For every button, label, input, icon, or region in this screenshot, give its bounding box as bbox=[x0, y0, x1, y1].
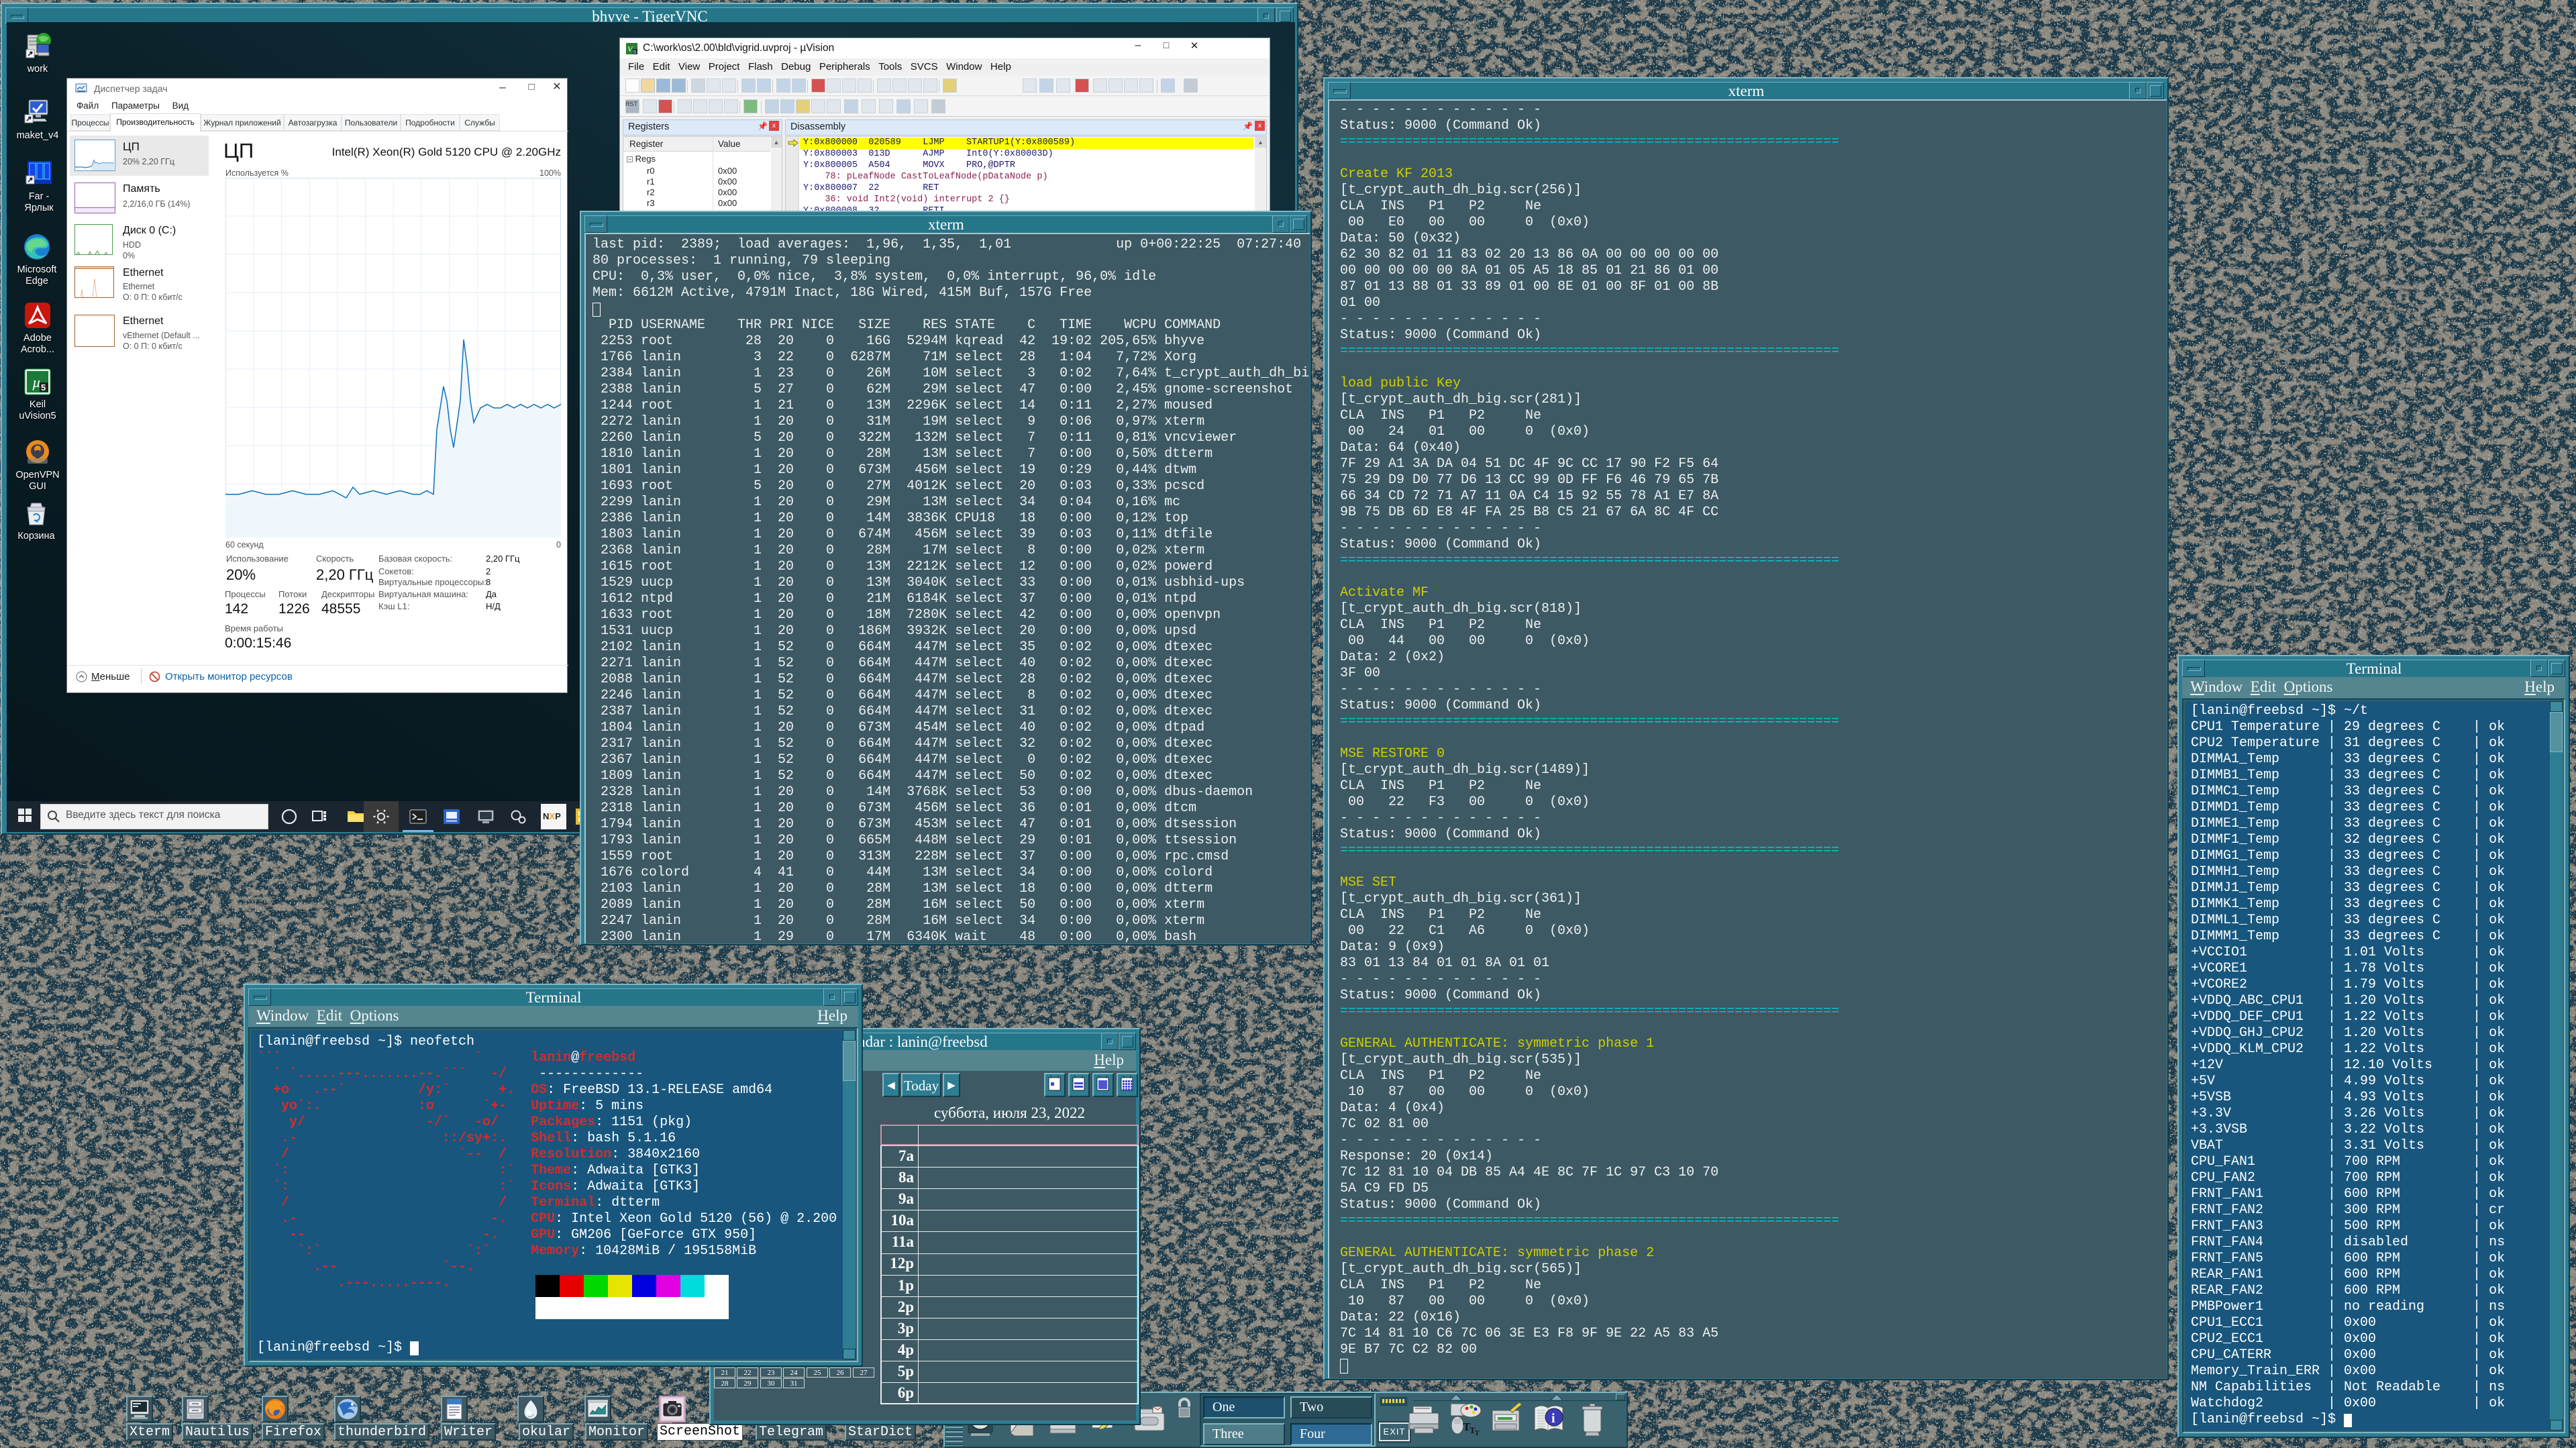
svg-text:5: 5 bbox=[41, 382, 46, 393]
svg-text:T: T bbox=[1475, 1430, 1480, 1437]
svg-text:µ: µ bbox=[32, 374, 41, 391]
svg-text:i: i bbox=[1551, 1411, 1555, 1426]
svg-text:5: 5 bbox=[633, 50, 636, 54]
